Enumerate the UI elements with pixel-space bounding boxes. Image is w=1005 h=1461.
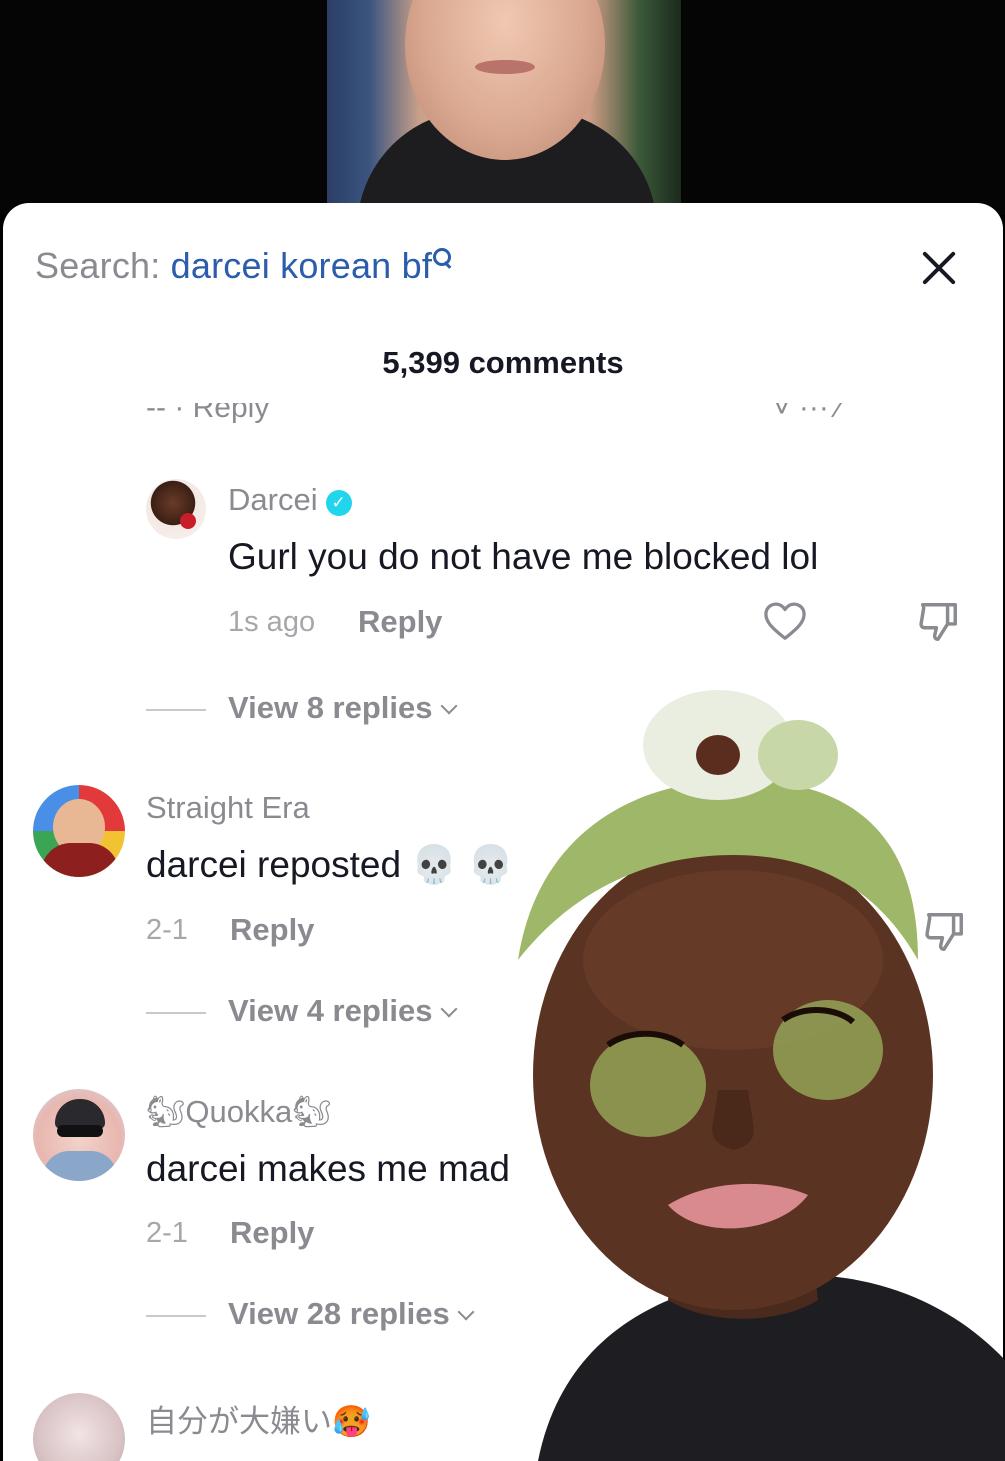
comment-text: darcei makes me mad	[146, 1148, 510, 1189]
reply-button[interactable]: Reply	[230, 912, 314, 948]
verified-icon: ✓	[325, 490, 352, 516]
close-icon[interactable]	[919, 248, 959, 288]
chevron-down-icon	[440, 1000, 457, 1018]
search-term[interactable]: darcei korean bf	[171, 245, 432, 286]
avatar[interactable]	[146, 479, 206, 539]
avatar-jacket	[41, 843, 119, 877]
avatar-detail	[180, 513, 196, 529]
chevron-down-icon	[457, 1303, 475, 1321]
comment-time: 2-1	[146, 1217, 188, 1249]
dislike-icon[interactable]	[921, 909, 967, 955]
view-replies-button[interactable]: View 28 replies	[146, 1296, 475, 1332]
view-replies-button[interactable]: View 4 replies	[146, 993, 457, 1029]
username-text: Darcei	[228, 482, 318, 517]
avatar[interactable]	[33, 785, 125, 877]
video-background	[0, 0, 1005, 215]
comments-sheet: Search: darcei korean bf 5,399 comments …	[3, 203, 1003, 1461]
clipped-actions: ˅ ··· ⁄	[773, 403, 843, 424]
comment-time: 1s ago	[228, 606, 316, 638]
clipped-comment-row: -- · Reply ˅ ··· ⁄	[3, 403, 1003, 429]
comment-time: 2-1	[146, 914, 188, 946]
comment-username[interactable]: 🐿Quokka🐿	[146, 1093, 332, 1130]
view-replies-button[interactable]: View 8 replies	[146, 690, 457, 726]
avatar[interactable]	[33, 1089, 125, 1181]
divider-line	[146, 1011, 206, 1014]
avatar-sunglasses	[57, 1125, 103, 1137]
video-frame[interactable]	[327, 0, 681, 215]
chevron-down-icon	[440, 697, 457, 715]
heart-icon[interactable]	[763, 601, 807, 641]
comment-username[interactable]: Straight Era	[146, 790, 310, 826]
clipped-meta: -- · Reply	[146, 403, 270, 424]
comment-text: darcei reposted 💀 💀	[146, 844, 514, 885]
video-person-lips	[475, 60, 535, 74]
search-prefix: Search:	[35, 245, 171, 286]
search-icon	[432, 247, 454, 271]
view-replies-label: View 4 replies	[228, 993, 433, 1028]
dislike-icon[interactable]	[915, 599, 961, 645]
comments-count: 5,399 comments	[382, 345, 624, 380]
reply-button[interactable]: Reply	[230, 1215, 314, 1251]
comment-text: Gurl you do not have me blocked lol	[228, 536, 819, 577]
search-suggestion[interactable]: Search: darcei korean bf	[35, 245, 454, 287]
avatar-shirt	[43, 1151, 117, 1181]
comment-username[interactable]: 自分が大嫌い🥵	[146, 1396, 371, 1441]
avatar[interactable]	[33, 1393, 125, 1461]
reply-button[interactable]: Reply	[358, 604, 442, 640]
divider-line	[146, 708, 206, 711]
comment-username[interactable]: Darcei ✓	[228, 482, 352, 518]
view-replies-label: View 28 replies	[228, 1296, 450, 1331]
view-replies-label: View 8 replies	[228, 690, 433, 725]
divider-line	[146, 1314, 206, 1317]
